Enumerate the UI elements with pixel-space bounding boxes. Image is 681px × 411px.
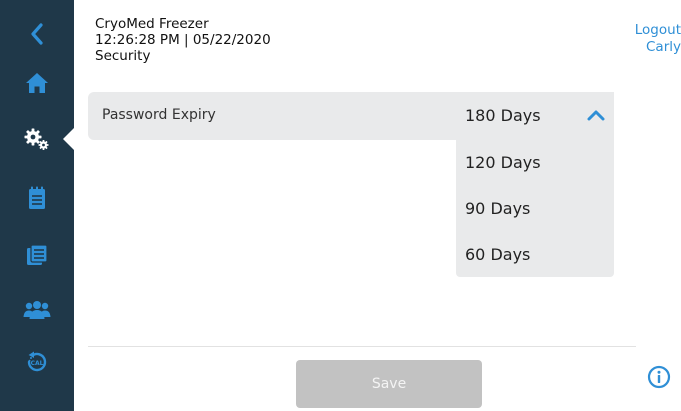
logbook-icon (27, 244, 48, 265)
logout-button[interactable]: Logout Carly (621, 22, 681, 56)
nav-users[interactable] (0, 290, 74, 330)
gears-icon (24, 128, 49, 150)
page-title: Security (95, 48, 151, 64)
datetime: 12:26:28 PM | 05/22/2020 (95, 32, 271, 48)
nav-calibration[interactable]: CAL (0, 342, 74, 382)
dropdown-option[interactable]: 120 Days (456, 139, 614, 185)
save-button[interactable]: Save (296, 360, 482, 408)
notepad-icon (29, 186, 45, 209)
chevron-left-icon (31, 23, 43, 45)
setting-label: Password Expiry (102, 107, 216, 123)
users-icon (23, 301, 51, 319)
info-icon[interactable] (647, 365, 671, 389)
nav-home[interactable] (0, 63, 74, 103)
password-expiry-dropdown[interactable]: 180 Days 120 Days 90 Days 60 Days (456, 92, 614, 277)
app-name: CryoMed Freezer (95, 16, 209, 32)
nav-logs[interactable] (0, 235, 74, 275)
username: Carly (646, 39, 681, 55)
sidebar: CAL (0, 0, 74, 411)
back-button[interactable] (0, 14, 74, 54)
chevron-up-icon[interactable] (586, 108, 606, 122)
home-icon (26, 73, 48, 93)
nav-notepad[interactable] (0, 178, 74, 218)
dropdown-option[interactable]: 90 Days (456, 185, 614, 231)
header-info: CryoMed Freezer 12:26:28 PM | 05/22/2020… (95, 16, 271, 64)
dropdown-option[interactable]: 60 Days (456, 231, 614, 277)
divider (88, 346, 636, 347)
calibration-icon: CAL (27, 351, 47, 372)
logout-label: Logout (634, 22, 681, 38)
svg-text:CAL: CAL (31, 360, 44, 367)
nav-settings[interactable] (0, 119, 74, 159)
